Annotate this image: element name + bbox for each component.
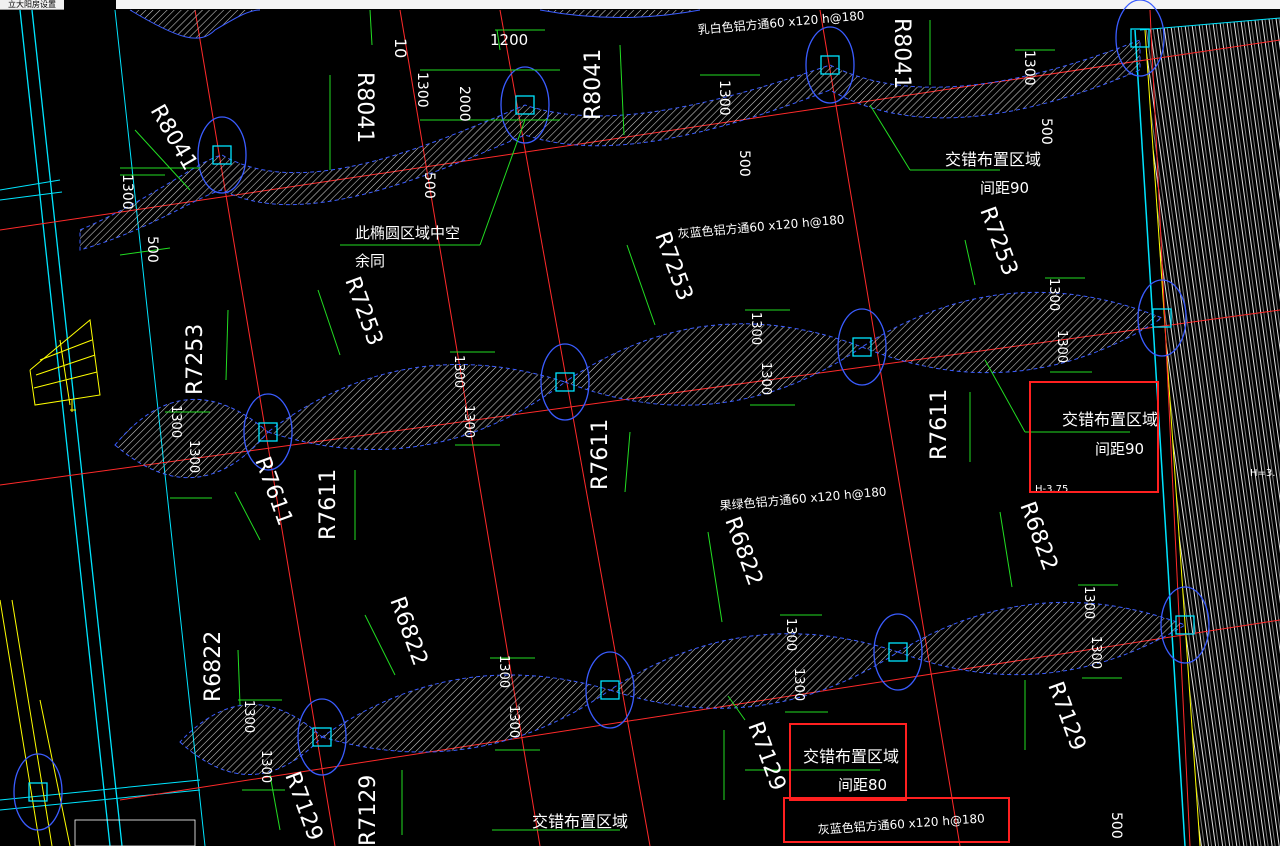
label-r6822-c: R6822 <box>719 514 767 590</box>
dim-500-b: 500 <box>736 150 752 177</box>
label-r8041-a: R8041 <box>352 72 377 143</box>
leader-25 <box>269 774 281 831</box>
lens-row1-top <box>129 9 261 39</box>
leader-11 <box>225 309 229 381</box>
label-r7253-a: R7253 <box>183 324 208 395</box>
dim-1300-r: 1300 <box>791 668 806 701</box>
label-r7129-d: R7129 <box>1042 679 1090 755</box>
label-r7129-c: R7129 <box>742 719 790 795</box>
leader-0 <box>369 9 373 46</box>
hollow-ellipse-note: 此椭圆区域中空 <box>355 224 460 242</box>
lens-row2-1 <box>266 364 567 450</box>
label-r7253-b: R7253 <box>339 274 387 350</box>
dim-1300-f: 1300 <box>186 440 201 473</box>
dim-1300-l: 1300 <box>1054 330 1069 363</box>
dim-1300-t: 1300 <box>1088 636 1103 669</box>
stair-symbol <box>29 319 101 412</box>
dim-1300-k: 1300 <box>1046 278 1061 311</box>
lens-row1-top-mid <box>539 9 701 18</box>
leader-14 <box>964 239 976 286</box>
dim-1300-q: 1300 <box>783 618 798 651</box>
hatched-lens-regions <box>79 9 1187 775</box>
lens-row2-3 <box>860 291 1164 374</box>
elevation-label-right: H=3. <box>1250 468 1275 479</box>
lens-row3-2 <box>608 633 900 709</box>
cad-drawing-canvas[interactable]: 10 1200 R8041 1300 2000 R8041 1300 R8041… <box>0 0 1280 846</box>
label-r8041-c: R8041 <box>889 18 914 89</box>
leader-19 <box>624 431 631 493</box>
leader-23 <box>707 531 723 623</box>
dim-1300-e: 1300 <box>168 405 183 438</box>
column-ring-12 <box>13 753 63 831</box>
dim-1300-g: 1300 <box>451 355 466 388</box>
dim-1300-m: 1300 <box>241 700 256 733</box>
label-r6822-d: R6822 <box>1014 499 1062 575</box>
label-r7611-c: R7611 <box>588 419 613 490</box>
dim-1200: 1200 <box>490 31 528 49</box>
leader-24 <box>999 511 1013 588</box>
dim-1300-h: 1300 <box>461 405 476 438</box>
dim-1300-d: 1300 <box>119 174 135 210</box>
spacing90-label-top: 间距90 <box>980 179 1029 197</box>
label-r7611-d: R7611 <box>927 389 952 460</box>
lens-row3-3 <box>896 601 1187 676</box>
dim-1300-c: 1300 <box>1021 50 1037 86</box>
leader-22 <box>364 614 396 676</box>
dim-1300-o: 1300 <box>496 655 511 688</box>
spec-milk-white: 乳白色铝方通60 x120 h@180 <box>697 7 865 37</box>
dim-500-d: 500 <box>144 236 160 263</box>
spacing90-label-mid: 间距90 <box>1095 440 1144 458</box>
dim-500-e: 500 <box>1108 812 1124 839</box>
label-r7129-a: R7129 <box>279 769 327 845</box>
highlight-box-spacing90 <box>1029 381 1159 493</box>
leader-12 <box>317 289 341 356</box>
leader-13 <box>626 244 656 326</box>
dim-500-a: 500 <box>1038 118 1054 145</box>
elevation-label-mid: H-3.75 <box>1035 484 1068 495</box>
zone-label-top: 交错布置区域 <box>945 150 1041 169</box>
dim-1300-n: 1300 <box>258 750 273 783</box>
label-r7611-b: R7611 <box>316 469 341 540</box>
dim-1300-b: 1300 <box>716 80 732 116</box>
leader-17 <box>234 491 261 541</box>
spec-fruit-green: 果绿色铝方通60 x120 h@180 <box>719 483 887 513</box>
label-r8041-d: R8041 <box>145 101 202 175</box>
label-10: 10 <box>391 38 410 58</box>
label-r7129-b: R7129 <box>356 775 381 846</box>
dim-1300-p: 1300 <box>506 705 521 738</box>
dim-1300-a: 1300 <box>414 72 430 108</box>
zone-label-bottom: 交错布置区域 <box>803 747 899 766</box>
label-r7253-d: R7253 <box>974 204 1022 280</box>
spec-grey-blue-bottom: 灰蓝色铝方通60 x120 h@180 <box>817 810 985 837</box>
dim-2000: 2000 <box>456 86 472 122</box>
leader-21 <box>237 649 241 706</box>
dim-1300-j: 1300 <box>758 362 773 395</box>
dim-1300-i: 1300 <box>748 312 763 345</box>
lens-row2-2 <box>563 323 864 406</box>
spec-grey-blue-mid: 灰蓝色铝方通60 x120 h@180 <box>677 211 845 241</box>
label-r8041-b: R8041 <box>581 49 606 120</box>
label-r6822-a: R6822 <box>201 631 226 702</box>
label-r7611-a: R7611 <box>249 454 297 530</box>
zone-label-lower: 交错布置区域 <box>532 812 628 831</box>
zone-label-mid: 交错布置区域 <box>1062 410 1158 429</box>
spacing80-label: 间距80 <box>838 776 887 794</box>
rest-same-note: 余同 <box>355 252 385 270</box>
dim-500-c: 500 <box>421 172 437 199</box>
dim-1300-s: 1300 <box>1081 586 1096 619</box>
lens-row3-1 <box>320 674 612 753</box>
label-r6822-b: R6822 <box>384 594 432 670</box>
